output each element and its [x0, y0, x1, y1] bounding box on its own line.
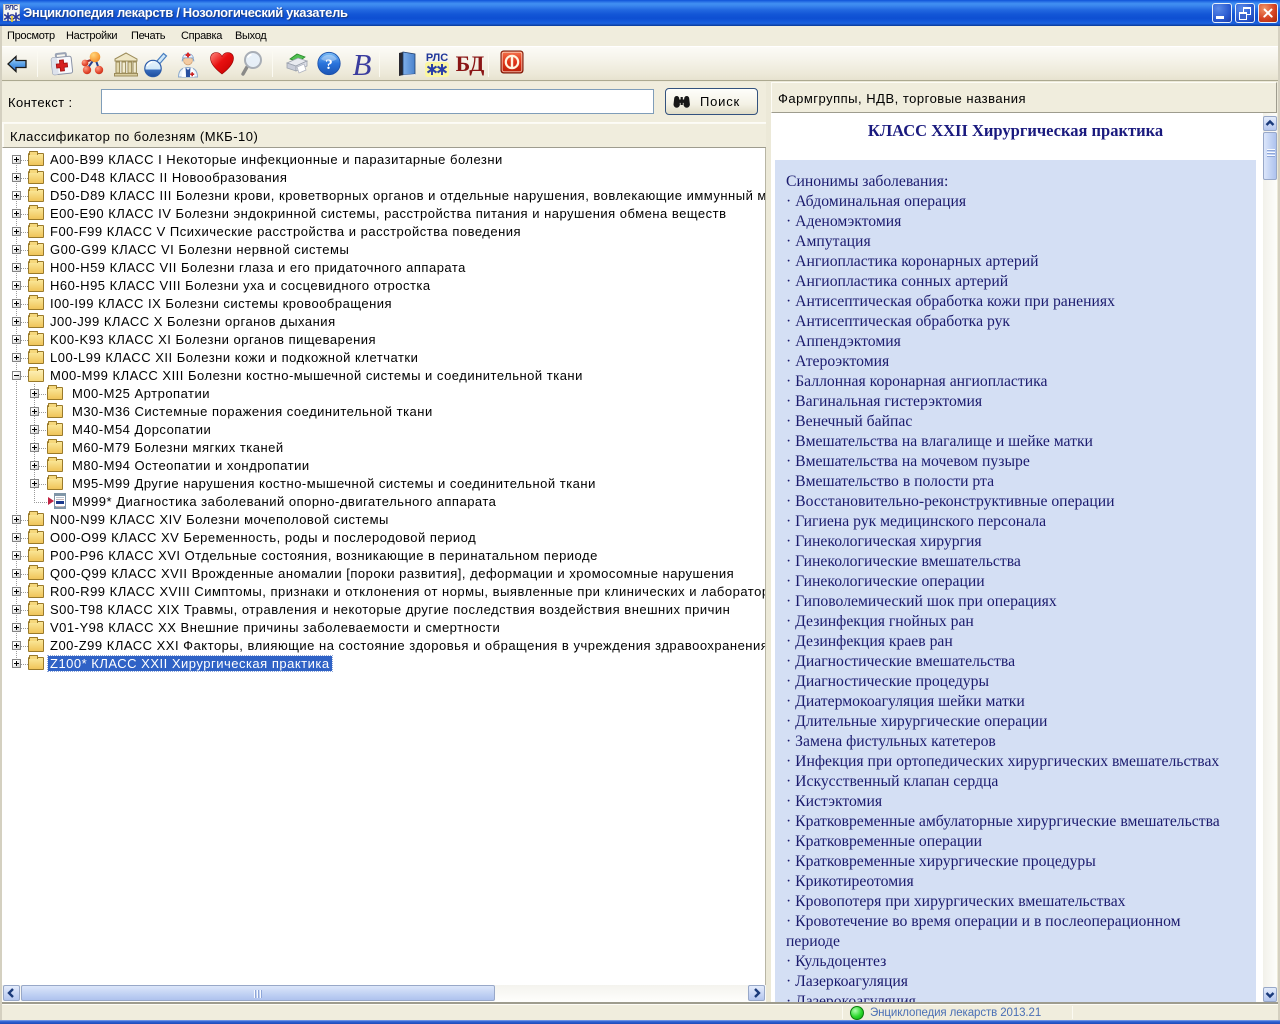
svg-text:БД: БД: [456, 51, 485, 76]
svg-text:?: ?: [325, 57, 333, 73]
svg-text:B: B: [353, 50, 372, 80]
svg-text:РЛС: РЛС: [426, 52, 448, 64]
